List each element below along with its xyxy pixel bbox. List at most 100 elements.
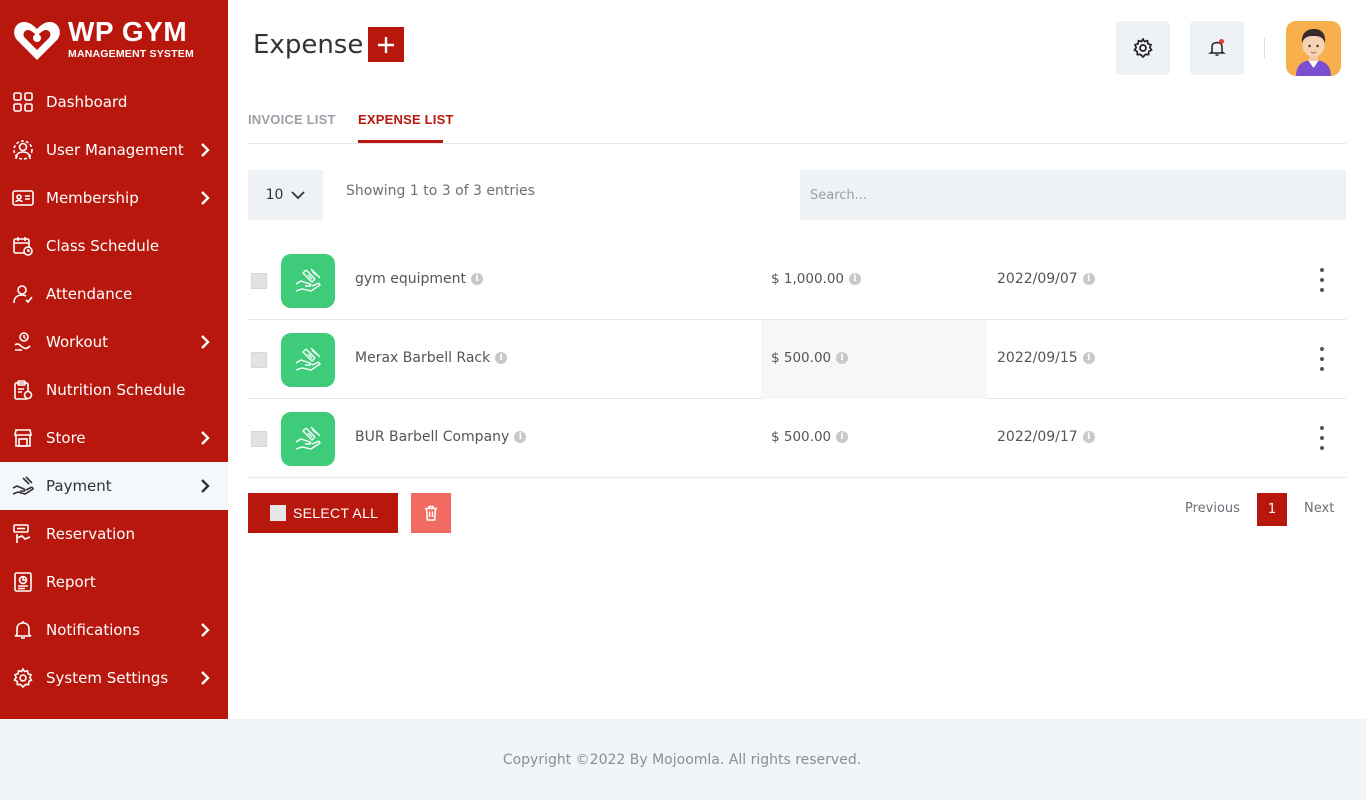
chevron-right-icon: [201, 671, 210, 685]
row-checkbox[interactable]: [251, 352, 267, 368]
sidebar-item-label: Dashboard: [46, 93, 128, 111]
pagination-next[interactable]: Next: [1304, 501, 1334, 516]
membership-card-icon: [12, 187, 34, 209]
sidebar-item-reservation[interactable]: Reservation: [0, 510, 228, 558]
info-icon[interactable]: i: [1082, 273, 1095, 285]
calendar-icon: [12, 235, 34, 257]
expense-date-cell: 2022/09/07 i: [997, 271, 1095, 287]
page-length-select[interactable]: 10: [248, 170, 323, 220]
expense-amount-cell: $ 500.00 i: [771, 350, 849, 366]
add-expense-button[interactable]: [368, 27, 404, 62]
brand-title: WP GYM: [68, 16, 188, 48]
sidebar-item-class-schedule[interactable]: Class Schedule: [0, 222, 228, 270]
sidebar-item-store[interactable]: Store: [0, 414, 228, 462]
store-icon: [12, 427, 34, 449]
table-row: Merax Barbell Rack i $ 500.00 i 2022/09/15…: [248, 320, 1346, 399]
sidebar-item-label: Notifications: [46, 621, 140, 639]
bell-icon: [12, 619, 34, 641]
expense-amount: $ 500.00: [771, 429, 832, 445]
payment-hand-icon: [295, 426, 321, 450]
sidebar-item-label: Class Schedule: [46, 237, 160, 255]
user-management-icon: [12, 139, 34, 161]
attendance-user-icon: [12, 283, 34, 305]
plus-icon: [378, 36, 394, 53]
expense-date-cell: 2022/09/15 i: [997, 350, 1095, 366]
sidebar-nav: Dashboard User Management Membership Cla…: [0, 78, 228, 702]
expense-date-cell: 2022/09/17 i: [997, 429, 1095, 445]
trash-icon: [425, 505, 437, 521]
expense-date: 2022/09/07: [997, 271, 1078, 287]
row-actions-kebab-icon[interactable]: [1319, 268, 1325, 292]
chevron-right-icon: [201, 479, 210, 493]
delete-selected-button[interactable]: [411, 493, 451, 533]
sidebar-item-user-management[interactable]: User Management: [0, 126, 228, 174]
avatar[interactable]: [1286, 21, 1341, 76]
sidebar-item-label: Payment: [46, 477, 112, 495]
info-icon[interactable]: i: [514, 431, 527, 443]
info-icon[interactable]: i: [849, 273, 861, 285]
settings-button[interactable]: [1116, 21, 1170, 75]
expense-name: gym equipment: [355, 271, 467, 287]
expense-amount: $ 1,000.00: [771, 271, 844, 287]
expense-name-cell: BUR Barbell Company i: [355, 429, 527, 445]
sidebar-item-label: Membership: [46, 189, 139, 207]
info-icon[interactable]: i: [1082, 431, 1095, 443]
pagination-previous[interactable]: Previous: [1185, 501, 1240, 516]
workout-icon: [12, 331, 34, 353]
sidebar-item-nutrition-schedule[interactable]: Nutrition Schedule: [0, 366, 228, 414]
info-icon[interactable]: i: [1082, 352, 1095, 364]
bell-icon: [1208, 39, 1226, 56]
expense-name: BUR Barbell Company: [355, 429, 510, 445]
sidebar-item-label: Attendance: [46, 285, 133, 303]
sidebar-item-label: Store: [46, 429, 86, 447]
reservation-icon: [12, 523, 34, 545]
table-row: BUR Barbell Company i $ 500.00 i 2022/09/1…: [248, 399, 1346, 478]
expense-name: Merax Barbell Rack: [355, 350, 491, 366]
expense-thumbnail: [281, 412, 335, 466]
header-divider: [1264, 38, 1265, 58]
sidebar-item-workout[interactable]: Workout: [0, 318, 228, 366]
footer: Copyright ©2022 By Mojoomla. All rights …: [0, 719, 1366, 800]
row-checkbox[interactable]: [251, 273, 267, 289]
expense-amount-cell: $ 500.00 i: [771, 429, 849, 445]
sidebar-item-notifications[interactable]: Notifications: [0, 606, 228, 654]
sidebar-item-attendance[interactable]: Attendance: [0, 270, 228, 318]
info-icon[interactable]: i: [836, 431, 849, 443]
pagination-page-current[interactable]: 1: [1257, 493, 1287, 526]
search-input[interactable]: [800, 170, 1346, 220]
tab-invoice-list[interactable]: INVOICE LIST: [248, 112, 336, 127]
select-all-checkbox: [270, 505, 286, 521]
sidebar-item-membership[interactable]: Membership: [0, 174, 228, 222]
gear-icon: [12, 667, 34, 689]
tab-bar: INVOICE LIST EXPENSE LIST: [248, 100, 1346, 144]
table-row: gym equipment i $ 1,000.00 i 2022/09/07 i: [248, 241, 1346, 320]
expense-name-cell: Merax Barbell Rack i: [355, 350, 508, 366]
expense-thumbnail: [281, 254, 335, 308]
sidebar-item-dashboard[interactable]: Dashboard: [0, 78, 228, 126]
select-all-label: SELECT ALL: [293, 505, 379, 521]
chevron-right-icon: [201, 191, 210, 205]
sidebar-item-payment[interactable]: Payment: [0, 462, 228, 510]
clipboard-icon: [12, 379, 34, 401]
sidebar-item-system-settings[interactable]: System Settings: [0, 654, 228, 702]
notifications-button[interactable]: [1190, 21, 1244, 75]
brand-logo[interactable]: WP GYM MANAGEMENT SYSTEM: [12, 14, 194, 64]
info-icon[interactable]: i: [471, 273, 484, 285]
row-checkbox[interactable]: [251, 431, 267, 447]
expense-name-cell: gym equipment i: [355, 271, 484, 287]
sidebar-item-report[interactable]: Report: [0, 558, 228, 606]
info-icon[interactable]: i: [495, 352, 508, 364]
report-icon: [12, 571, 34, 593]
active-tab-indicator: [358, 140, 443, 143]
logo-heart-icon: [14, 22, 60, 60]
tab-expense-list[interactable]: EXPENSE LIST: [358, 112, 454, 127]
chevron-down-icon: [291, 190, 306, 199]
row-actions-kebab-icon[interactable]: [1319, 426, 1325, 450]
info-icon[interactable]: i: [836, 352, 849, 364]
page-length-value: 10: [265, 187, 284, 203]
expense-amount: $ 500.00: [771, 350, 832, 366]
expense-date: 2022/09/15: [997, 350, 1078, 366]
chevron-right-icon: [201, 431, 210, 445]
row-actions-kebab-icon[interactable]: [1319, 347, 1325, 371]
select-all-button[interactable]: SELECT ALL: [248, 493, 398, 533]
